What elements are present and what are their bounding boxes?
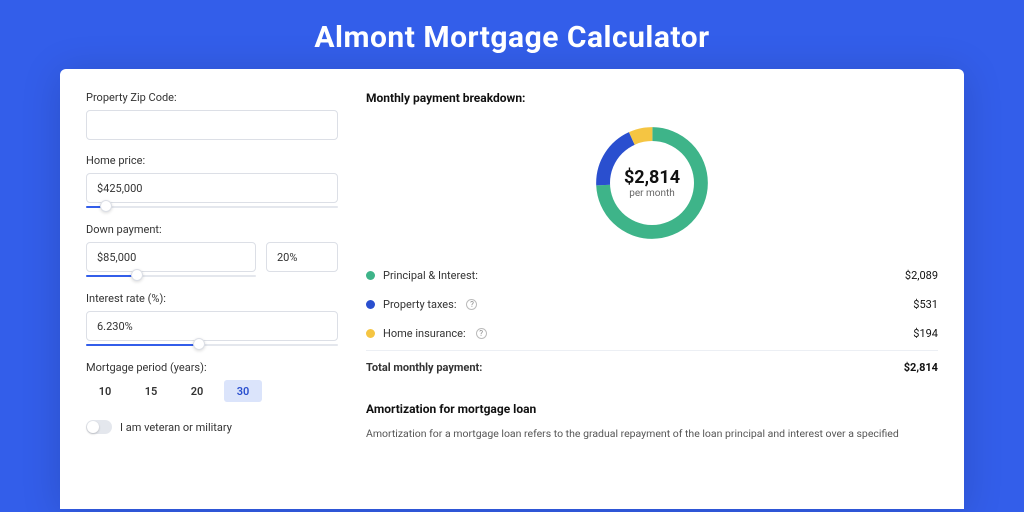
- donut-center: $2,814 per month: [610, 141, 694, 225]
- legend-value-tax: $531: [913, 298, 938, 311]
- home-price-label: Home price:: [86, 154, 338, 167]
- legend-value-pi: $2,089: [905, 269, 938, 282]
- legend-row-pi: Principal & Interest: $2,089: [366, 261, 938, 290]
- mortgage-period-options: 10 15 20 30: [86, 380, 338, 402]
- info-icon-ins[interactable]: ?: [476, 328, 487, 339]
- legend-value-ins: $194: [913, 327, 938, 340]
- interest-rate-slider-fill: [86, 344, 199, 346]
- legend-dot-pi: [366, 271, 375, 280]
- period-option-15[interactable]: 15: [132, 380, 170, 402]
- inputs-panel: Property Zip Code: Home price: Down paym…: [86, 91, 338, 509]
- mortgage-period-label: Mortgage period (years):: [86, 361, 338, 374]
- interest-rate-label: Interest rate (%):: [86, 292, 338, 305]
- period-option-20[interactable]: 20: [178, 380, 216, 402]
- info-icon-tax[interactable]: ?: [466, 299, 477, 310]
- amortization-title: Amortization for mortgage loan: [366, 402, 938, 416]
- home-price-field: Home price:: [86, 154, 338, 209]
- period-option-10[interactable]: 10: [86, 380, 124, 402]
- home-price-slider[interactable]: [86, 205, 338, 209]
- amortization-text: Amortization for a mortgage loan refers …: [366, 426, 938, 442]
- veteran-toggle[interactable]: [86, 420, 112, 434]
- page-title: Almont Mortgage Calculator: [0, 0, 1024, 69]
- interest-rate-field: Interest rate (%):: [86, 292, 338, 347]
- donut-sub: per month: [629, 188, 675, 199]
- legend-label-tax: Property taxes:: [383, 298, 456, 311]
- interest-rate-input[interactable]: [86, 311, 338, 341]
- legend-dot-ins: [366, 329, 375, 338]
- total-row: Total monthly payment: $2,814: [366, 353, 938, 382]
- total-label: Total monthly payment:: [366, 361, 482, 374]
- home-price-slider-thumb[interactable]: [100, 200, 112, 212]
- donut-amount: $2,814: [624, 167, 680, 188]
- home-price-input[interactable]: [86, 173, 338, 203]
- divider: [366, 350, 938, 351]
- mortgage-period-field: Mortgage period (years): 10 15 20 30: [86, 361, 338, 402]
- legend-dot-tax: [366, 300, 375, 309]
- donut-chart: $2,814 per month: [590, 121, 714, 245]
- breakdown-panel: Monthly payment breakdown: $2,814 per mo…: [366, 91, 938, 509]
- zip-label: Property Zip Code:: [86, 91, 338, 104]
- legend-row-ins: Home insurance:? $194: [366, 319, 938, 348]
- breakdown-title: Monthly payment breakdown:: [366, 91, 938, 105]
- legend-row-tax: Property taxes:? $531: [366, 290, 938, 319]
- down-amount-slider-fill: [86, 275, 137, 277]
- down-payment-label: Down payment:: [86, 223, 338, 236]
- veteran-label: I am veteran or military: [120, 421, 232, 434]
- interest-rate-slider[interactable]: [86, 343, 338, 347]
- zip-input[interactable]: [86, 110, 338, 140]
- donut-chart-wrap: $2,814 per month: [366, 117, 938, 261]
- down-amount-input[interactable]: [86, 242, 256, 272]
- zip-field: Property Zip Code:: [86, 91, 338, 140]
- down-amount-slider[interactable]: [86, 274, 256, 278]
- period-option-30[interactable]: 30: [224, 380, 262, 402]
- interest-rate-slider-thumb[interactable]: [193, 338, 205, 350]
- calculator-card: Property Zip Code: Home price: Down paym…: [60, 69, 964, 509]
- breakdown-legend: Principal & Interest: $2,089 Property taxe…: [366, 261, 938, 348]
- legend-label-pi: Principal & Interest:: [383, 269, 478, 282]
- legend-label-ins: Home insurance:: [383, 327, 466, 340]
- down-amount-slider-thumb[interactable]: [131, 269, 143, 281]
- down-percent-input[interactable]: [266, 242, 338, 272]
- veteran-row: I am veteran or military: [86, 420, 338, 434]
- down-payment-field: Down payment:: [86, 223, 338, 278]
- total-value: $2,814: [904, 361, 938, 374]
